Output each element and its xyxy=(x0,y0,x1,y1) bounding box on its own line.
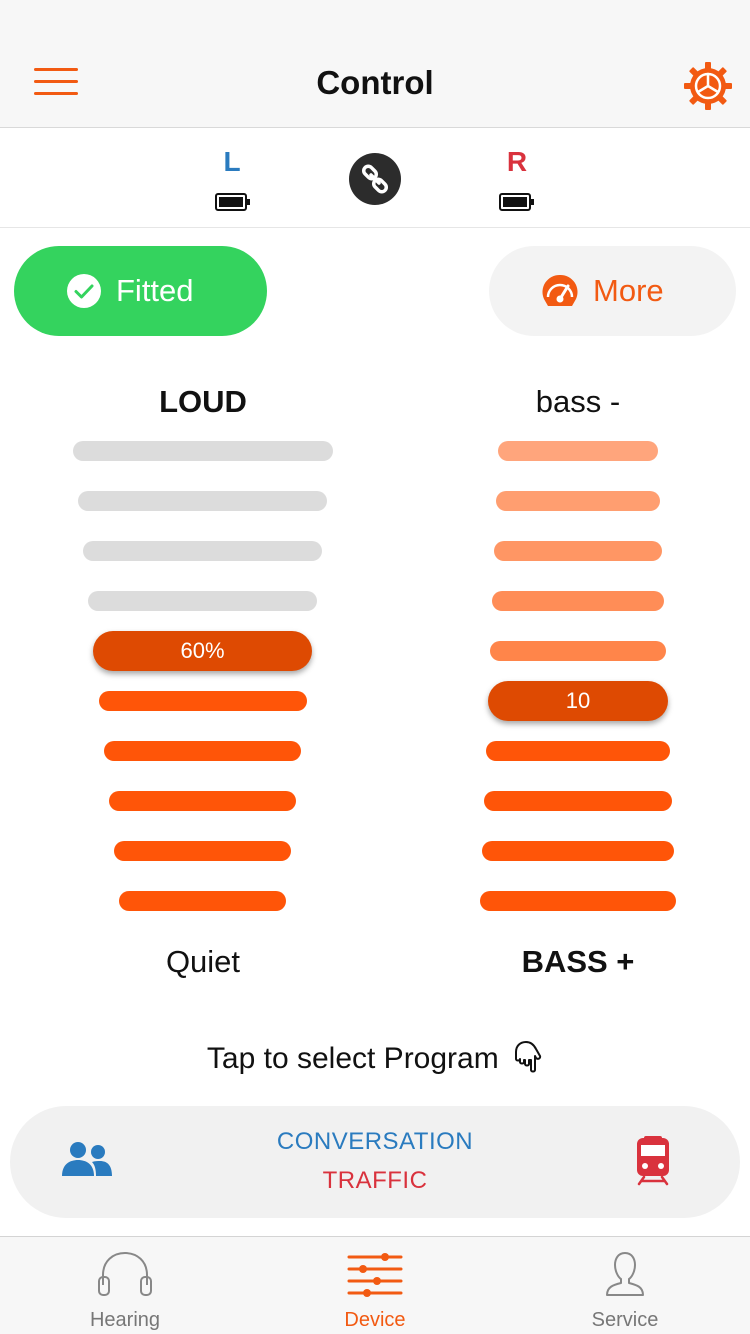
more-label: More xyxy=(593,273,664,308)
right-ear-label: R xyxy=(506,146,528,177)
next-program-label: TRAFFIC xyxy=(322,1167,428,1194)
train-icon xyxy=(637,1136,669,1186)
settings-button[interactable] xyxy=(684,62,732,110)
link-button[interactable] xyxy=(349,153,401,205)
volume-level-bar[interactable] xyxy=(88,591,317,611)
volume-bottom-label: Quiet xyxy=(165,944,241,979)
bass-level-bar[interactable] xyxy=(482,841,674,861)
program-selector[interactable]: CONVERSATION TRAFFIC xyxy=(10,1106,740,1218)
headphones-icon xyxy=(98,1251,152,1296)
pointing-hand-icon xyxy=(515,1041,542,1073)
bass-level-bar[interactable] xyxy=(496,491,660,511)
tab-service[interactable]: Service xyxy=(500,1237,750,1334)
fitted-label: Fitted xyxy=(116,273,194,308)
bass-bottom-label: BASS + xyxy=(521,944,635,979)
bass-level-bar[interactable] xyxy=(490,641,666,661)
volume-level-bar[interactable] xyxy=(78,491,327,511)
tab-hearing-label: Hearing xyxy=(89,1309,161,1331)
volume-selected-level[interactable]: 60% xyxy=(93,631,312,671)
fitted-button[interactable]: Fitted xyxy=(14,246,267,336)
volume-level-bar[interactable] xyxy=(99,691,307,711)
header-bar: Control xyxy=(0,0,750,128)
sliders-icon xyxy=(347,1253,403,1297)
volume-level-bar[interactable] xyxy=(109,791,296,811)
left-ear-label: L xyxy=(223,146,241,177)
tab-bar: Hearing Device Service xyxy=(0,1236,750,1334)
device-status-row: L R xyxy=(0,128,750,228)
bass-level-bar[interactable] xyxy=(484,791,672,811)
volume-level-bar[interactable] xyxy=(83,541,322,561)
tab-hearing[interactable]: Hearing xyxy=(0,1237,250,1334)
volume-level-bar[interactable] xyxy=(104,741,301,761)
page-title: Control xyxy=(316,64,434,101)
bass-level-bar[interactable] xyxy=(492,591,664,611)
link-icon xyxy=(361,164,389,194)
gear-icon xyxy=(684,62,732,110)
bass-level-bar[interactable] xyxy=(486,741,670,761)
volume-top-label: LOUD xyxy=(159,384,247,419)
bass-level-bar[interactable] xyxy=(498,441,658,461)
volume-level-bar[interactable] xyxy=(114,841,291,861)
bass-level-bar[interactable] xyxy=(480,891,676,911)
program-hint-text: Tap to select Program xyxy=(206,1042,499,1075)
current-program-label: CONVERSATION xyxy=(276,1128,474,1155)
battery-icon xyxy=(215,193,250,211)
tab-device[interactable]: Device xyxy=(250,1237,500,1334)
bass-top-label: bass - xyxy=(535,384,621,419)
tab-service-label: Service xyxy=(591,1309,659,1331)
battery-icon xyxy=(499,193,534,211)
bass-selected-level[interactable]: 10 xyxy=(488,681,668,721)
bass-level-bar[interactable] xyxy=(494,541,662,561)
volume-level-bar[interactable] xyxy=(73,441,333,461)
checkmark-circle-icon xyxy=(67,274,101,308)
more-button[interactable]: More xyxy=(489,246,736,336)
volume-level-bar[interactable] xyxy=(119,891,286,911)
speedometer-icon xyxy=(542,274,578,306)
person-icon xyxy=(606,1252,644,1296)
program-hint: Tap to select Program xyxy=(0,1040,750,1076)
tab-device-label: Device xyxy=(344,1309,406,1331)
